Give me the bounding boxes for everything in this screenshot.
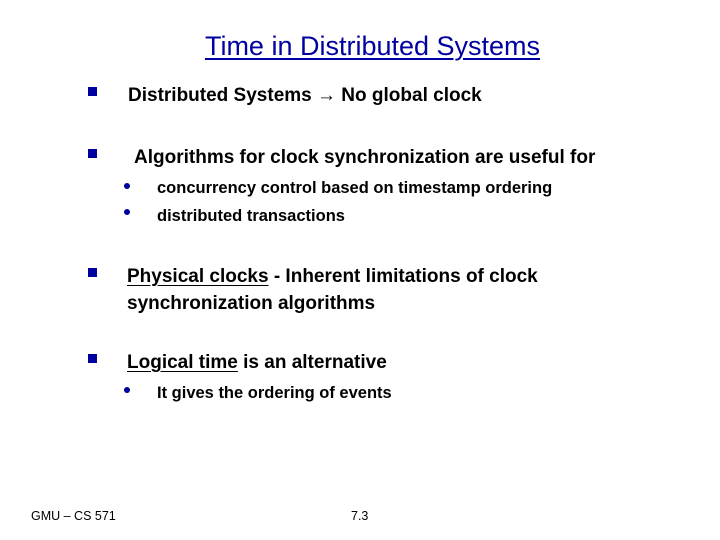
bullet-2: Algorithms for clock synchronization are… xyxy=(134,147,596,168)
bullet-1: Distributed Systems → No global clock xyxy=(128,83,482,109)
bullet-1-prefix: Distributed Systems xyxy=(128,85,312,106)
round-bullet-icon xyxy=(124,183,130,189)
square-bullet-icon xyxy=(88,149,97,158)
right-arrow-icon: → xyxy=(317,85,337,106)
square-bullet-icon xyxy=(88,268,97,277)
bullet-3-rest: - Inherent limitations of clock xyxy=(268,266,538,287)
physical-clocks-term: Physical clocks xyxy=(127,266,269,287)
round-bullet-icon xyxy=(124,209,130,215)
bullet-4: Logical time is an alternative xyxy=(127,350,387,376)
slide-title: Time in Distributed Systems xyxy=(204,31,541,61)
bullet-3-line-2: synchronization algorithms xyxy=(127,293,376,314)
bullet-4-rest: is an alternative xyxy=(237,352,387,373)
sub-bullet-2-2: distributed transactions xyxy=(157,207,345,225)
square-bullet-icon xyxy=(88,87,97,96)
sub-bullet-4-1: It gives the ordering of events xyxy=(157,384,392,402)
square-bullet-icon xyxy=(88,354,97,363)
footer-course: GMU – CS 571 xyxy=(31,509,116,523)
page-number: 7.3 xyxy=(351,509,369,523)
sub-bullet-2-1: concurrency control based on timestamp o… xyxy=(157,179,553,197)
logical-time-term: Logical time xyxy=(127,352,238,373)
bullet-1-suffix: No global clock xyxy=(341,85,482,106)
bullet-3-line-1: Physical clocks - Inherent limitations o… xyxy=(127,264,538,290)
round-bullet-icon xyxy=(124,387,130,393)
